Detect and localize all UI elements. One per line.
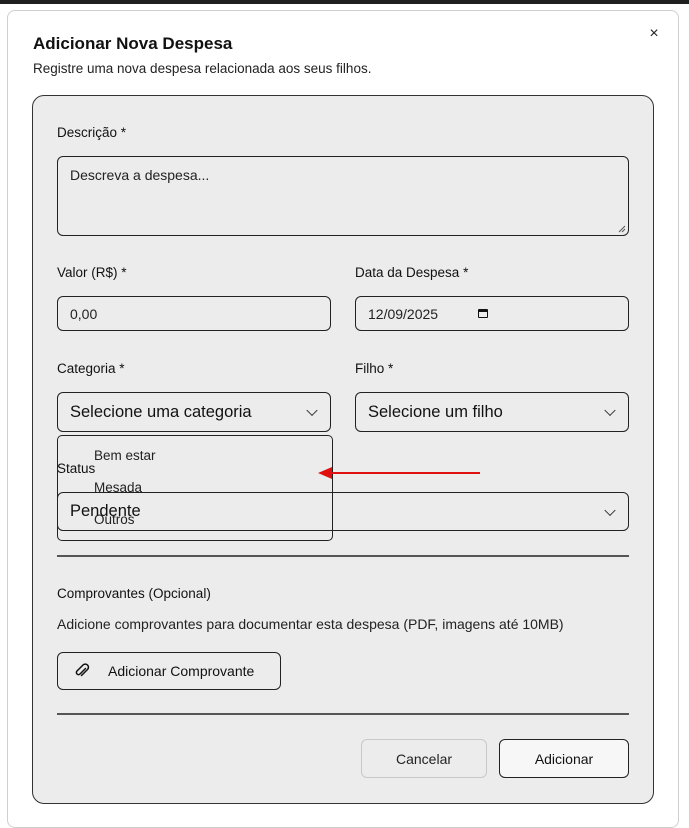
categoria-select[interactable]: Selecione uma categoria xyxy=(57,392,331,432)
cancel-label: Cancelar xyxy=(395,750,453,767)
add-receipt-button[interactable]: Adicionar Comprovante xyxy=(57,652,281,690)
dialog-subtitle: Registre uma nova despesa relacionada ao… xyxy=(33,61,372,76)
chevron-down-icon xyxy=(604,504,616,516)
chevron-down-icon xyxy=(604,404,616,417)
valor-input[interactable]: 0,00 xyxy=(57,296,331,331)
valor-value: 0,00 xyxy=(70,305,98,322)
comprovantes-label: Comprovantes (Opcional) xyxy=(57,586,211,601)
red-arrow-annotation xyxy=(318,467,480,479)
filho-selected: Selecione um filho xyxy=(368,402,503,421)
categoria-label: Categoria * xyxy=(57,361,125,376)
categoria-dropdown-list: Bem estar Mesada Outros xyxy=(57,435,333,541)
descricao-label: Descrição * xyxy=(57,125,127,140)
paperclip-icon xyxy=(75,663,90,677)
descricao-placeholder: Descreva a despesa... xyxy=(70,167,210,183)
window-top-bar xyxy=(0,0,689,4)
filho-select[interactable]: Selecione um filho xyxy=(355,392,629,432)
chevron-down-icon xyxy=(306,404,318,417)
cancel-button[interactable]: Cancelar xyxy=(361,739,487,778)
add-receipt-label: Adicionar Comprovante xyxy=(108,663,255,679)
comprovantes-help: Adicione comprovantes para documentar es… xyxy=(57,616,564,632)
valor-label: Valor (R$) * xyxy=(57,265,127,280)
submit-button[interactable]: Adicionar xyxy=(499,739,629,778)
dropdown-option-outros[interactable]: Outros xyxy=(94,512,135,527)
close-icon[interactable]: × xyxy=(644,24,664,44)
dropdown-option-bem-estar[interactable]: Bem estar xyxy=(94,448,156,463)
section-divider xyxy=(57,555,629,557)
section-divider xyxy=(57,713,629,715)
submit-label: Adicionar xyxy=(534,750,594,767)
dropdown-option-mesada[interactable]: Mesada xyxy=(94,480,142,495)
resize-handle-icon[interactable] xyxy=(618,225,626,233)
data-input[interactable]: 12/09/2025 xyxy=(355,296,629,331)
descricao-textarea[interactable]: Descreva a despesa... xyxy=(57,156,629,236)
calendar-icon[interactable] xyxy=(478,309,489,318)
categoria-selected: Selecione uma categoria xyxy=(70,402,252,421)
data-label: Data da Despesa * xyxy=(355,265,469,280)
filho-label: Filho * xyxy=(355,361,394,376)
dialog-title: Adicionar Nova Despesa xyxy=(33,34,233,53)
data-value: 12/09/2025 xyxy=(368,305,439,322)
